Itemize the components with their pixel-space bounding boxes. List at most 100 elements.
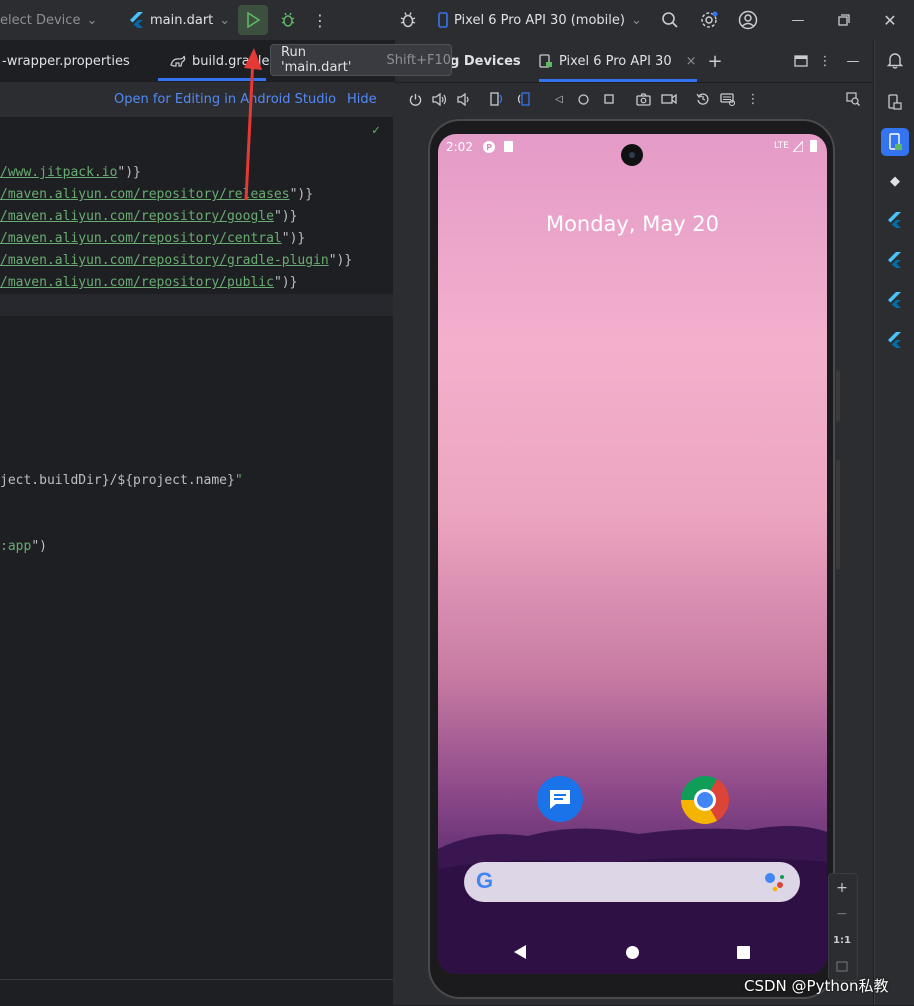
nav-home-icon[interactable] [626,946,639,959]
flutter-outline-button[interactable] [883,248,907,272]
more-icon: ⋮ [818,53,832,69]
zoom-in-button[interactable]: + [830,876,854,900]
gear-icon [701,11,718,28]
layout-button[interactable] [789,49,813,73]
search-button[interactable] [658,8,682,32]
hide-banner-link[interactable]: Hide [347,92,377,107]
running-device-selector[interactable]: Pixel 6 Pro API 30 (mobile) ⌄ [438,0,642,40]
screen-record-icon[interactable] [661,91,677,107]
zoom-actual-size-button[interactable]: 1:1 [830,928,854,952]
nav-back-icon[interactable] [512,944,528,960]
power-icon[interactable] [407,91,423,107]
restore-button[interactable] [832,8,856,32]
code-line: /maven.aliyun.com/repository/central")} [0,228,305,250]
run-icon [247,12,260,28]
code-text: ")} [328,253,353,268]
network-type: LTE [774,141,789,151]
run-config-label: main.dart [150,12,214,28]
code-editor[interactable]: ✓ /www.jitpack.io")} /maven.aliyun.com/r… [0,117,394,979]
flutter-inspector-button[interactable] [883,208,907,232]
home-date[interactable]: Monday, May 20 [438,212,827,236]
account-button[interactable] [736,8,760,32]
notifications-button[interactable] [883,48,907,72]
debug-button[interactable] [276,8,300,32]
volume-down-icon[interactable] [455,91,471,107]
current-line-highlight [0,294,394,316]
plus-icon: + [707,50,723,72]
code-string: " [234,473,243,488]
close-button[interactable]: ✕ [878,8,902,32]
hide-panel-button[interactable]: — [841,49,865,73]
back-icon[interactable]: ◁ [551,91,567,107]
chevron-down-icon: ⌄ [219,12,231,28]
tab-pixel-6-pro[interactable]: Pixel 6 Pro API 30 × [539,40,697,82]
gradle-icon [170,55,186,67]
code-url[interactable]: /maven.aliyun.com/repository/gradle-plug… [0,253,329,268]
device-selector[interactable]: elect Device ⌄ [0,0,97,40]
minimize-icon: — [791,12,805,28]
code-text: ject.buildDir}/${project.name} [0,473,235,488]
running-devices-button[interactable] [881,128,909,156]
bug-gear-icon [400,12,416,28]
code-url[interactable]: /www.jitpack.io [0,165,117,180]
assistant-icon[interactable] [764,872,786,892]
device-icon [539,54,552,68]
code-url[interactable]: /maven.aliyun.com/repository/public [0,275,274,290]
close-icon: ✕ [883,10,897,30]
running-device-label: Pixel 6 Pro API 30 (mobile) [454,12,625,28]
tab-label: g Devices [450,53,521,69]
run-tooltip: Run 'main.dart' Shift+F10 [270,44,452,76]
keyboard-icon[interactable] [719,91,735,107]
screenshot-icon[interactable] [635,91,651,107]
minimize-icon: — [846,53,860,69]
run-config-selector[interactable]: main.dart ⌄ [130,0,230,40]
tab-running-devices[interactable]: g Devices [450,40,521,82]
code-text: ")} [273,275,298,290]
chevron-down-icon: ⌄ [86,12,98,28]
more-icon[interactable]: ⋮ [310,8,330,32]
device-manager-button[interactable] [883,90,907,114]
rotate-left-icon[interactable] [489,91,505,107]
camera-cutout [621,144,643,166]
gemini-button[interactable]: ◆ [883,169,907,193]
status-time: 2:02 [446,140,473,154]
code-line: ject.buildDir}/${project.name}" [0,470,243,492]
signal-icon [793,141,803,152]
snapshot-icon[interactable] [695,91,711,107]
chrome-app-icon[interactable] [681,776,729,824]
diamond-icon: ◆ [890,173,900,189]
rotate-right-icon[interactable] [515,91,531,107]
google-search-bar[interactable]: G [464,862,800,902]
open-for-editing-link[interactable]: Open for Editing in Android Studio [114,92,336,107]
nav-recents-icon[interactable] [737,946,750,959]
restore-icon [838,14,850,26]
phone-screen[interactable]: 2:02 P LTE Monday, May 20 G [438,134,827,974]
messages-app-icon[interactable] [537,776,583,822]
flutter-icon [888,252,901,268]
bug-icon [281,12,295,27]
code-url[interactable]: /maven.aliyun.com/repository/google [0,209,274,224]
notification-icon: P [483,141,495,153]
close-tab-icon[interactable]: × [686,54,697,69]
minimize-button[interactable]: — [786,8,810,32]
attach-debugger-button[interactable] [396,8,420,32]
settings-button[interactable] [697,8,721,32]
zoom-out-button[interactable]: − [830,902,854,926]
run-button[interactable] [238,5,268,35]
flutter-devtools-button[interactable] [883,328,907,352]
flutter-performance-button[interactable] [883,288,907,312]
zoom-fit-icon[interactable] [845,91,861,107]
overview-icon[interactable] [601,91,617,107]
add-tab-button[interactable]: + [703,49,727,73]
options-button[interactable]: ⋮ [815,49,835,73]
more-icon[interactable]: ⋮ [745,91,761,107]
home-icon[interactable] [575,91,591,107]
flutter-icon [130,12,143,28]
battery-icon [810,140,817,152]
code-url[interactable]: /maven.aliyun.com/repository/central [0,231,282,246]
volume-up-icon[interactable] [431,91,447,107]
code-text: ") [31,539,47,554]
code-line: /www.jitpack.io")} [0,162,141,184]
tab-gradle-wrapper-properties[interactable]: -wrapper.properties [2,40,130,82]
code-string: :app [0,539,32,554]
